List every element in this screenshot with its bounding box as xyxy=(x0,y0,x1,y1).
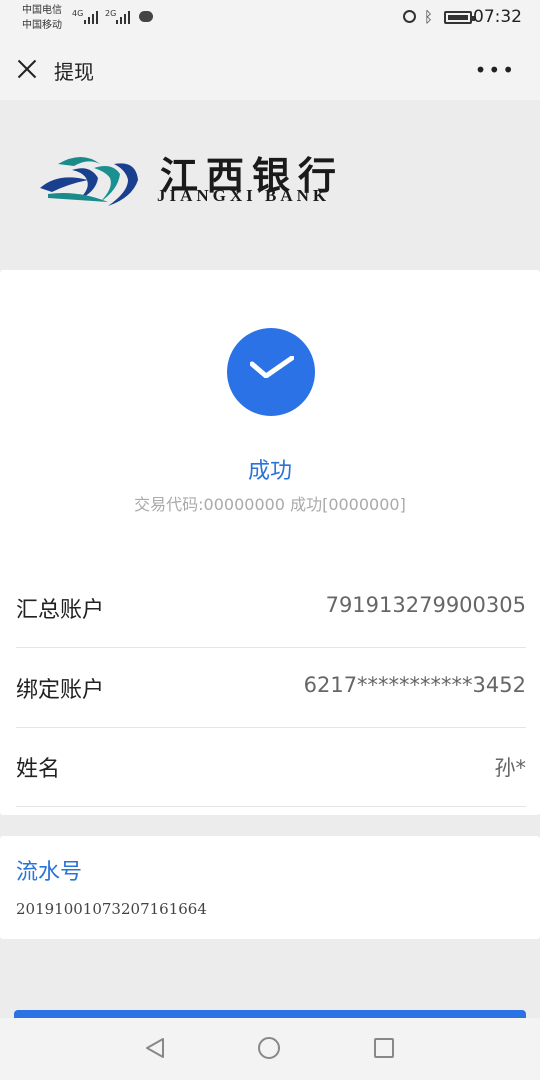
serial-value: 20191001073207161664 xyxy=(16,900,207,918)
result-card: 成功 交易代码:00000000 成功[0000000] 汇总账户 791913… xyxy=(0,270,540,815)
carrier-info: 中国电信 中国移动 xyxy=(22,3,62,33)
message-icon xyxy=(139,11,153,22)
row-label: 绑定账户 xyxy=(16,678,105,703)
row-label: 汇总账户 xyxy=(16,598,105,623)
serial-label: 流水号 xyxy=(16,860,83,885)
bank-name-en: JIANGXI BANK xyxy=(157,186,331,205)
carrier-2: 中国移动 xyxy=(22,20,62,31)
recent-apps-icon[interactable] xyxy=(374,1038,394,1058)
carrier-1: 中国电信 xyxy=(22,5,62,16)
row-value: 孙* xyxy=(494,756,527,780)
transaction-code: 交易代码:00000000 成功[0000000] xyxy=(134,495,406,514)
summary-account-row: 汇总账户 791913279900305 xyxy=(16,568,526,648)
row-value: 791913279900305 xyxy=(325,593,526,617)
bound-account-row: 绑定账户 6217***********3452 xyxy=(16,648,526,728)
clock: 07:32 xyxy=(473,7,522,27)
home-icon[interactable] xyxy=(258,1037,280,1059)
row-value: 6217***********3452 xyxy=(303,673,526,697)
more-options-icon[interactable]: ••• xyxy=(475,58,516,82)
result-status: 成功 xyxy=(247,459,292,484)
serial-number-card: 流水号 20191001073207161664 xyxy=(0,836,540,939)
close-icon[interactable] xyxy=(16,58,38,80)
battery-icon xyxy=(444,11,475,24)
status-bar: 中国电信 中国移动 4G 2G ᛒ 07:32 xyxy=(0,0,540,38)
bluetooth-icon: ᛒ xyxy=(423,8,433,26)
success-badge xyxy=(227,328,315,416)
signal-icon-1 xyxy=(84,10,102,24)
signal-icon-2 xyxy=(116,10,134,24)
page-title: 提现 xyxy=(54,60,94,84)
network-type-1: 4G xyxy=(72,9,84,18)
system-nav-bar xyxy=(0,1018,540,1080)
network-type-2: 2G xyxy=(105,9,117,18)
bank-banner: 江西银行 JIANGXI BANK xyxy=(0,100,540,270)
bank-logo-icon xyxy=(40,157,138,206)
back-icon[interactable] xyxy=(144,1037,166,1059)
name-row: 姓名 孙* xyxy=(16,727,526,807)
row-label: 姓名 xyxy=(16,757,61,782)
title-bar: 提现 ••• xyxy=(0,38,540,100)
alarm-icon xyxy=(403,10,416,23)
check-icon xyxy=(250,356,294,378)
